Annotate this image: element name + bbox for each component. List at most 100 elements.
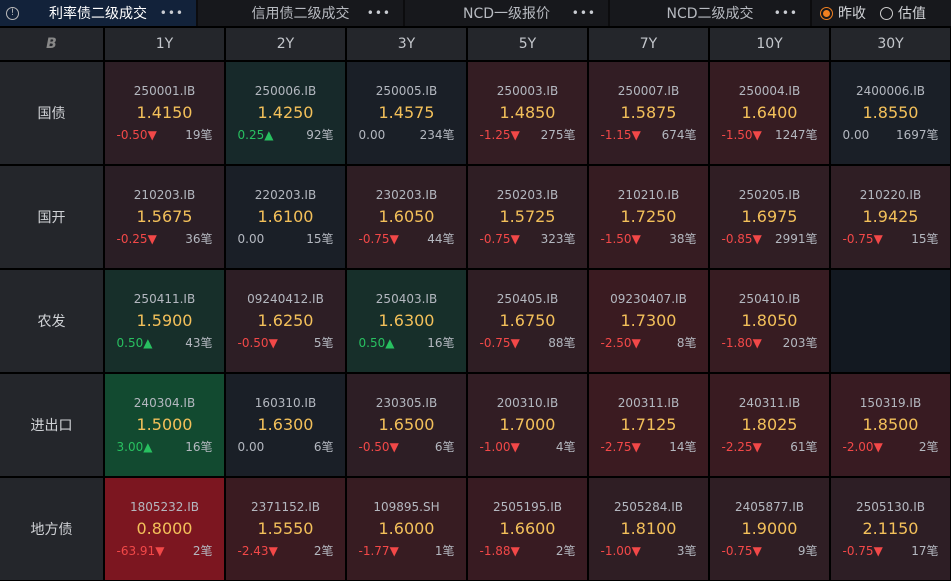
bond-cell[interactable]: 09240412.IB 1.6250 -0.50▼ 5笔 (226, 270, 345, 372)
more-icon[interactable]: ••• (572, 6, 596, 20)
tab-label: 信用债二级成交 (251, 6, 350, 22)
bond-cell[interactable]: 250411.IB 1.5900 0.50▲ 43笔 (105, 270, 224, 372)
down-arrow-icon: ▼ (510, 128, 520, 142)
bond-cell[interactable]: 210210.IB 1.7250 -1.50▼ 38笔 (589, 166, 708, 268)
trade-count: 17笔 (911, 542, 938, 560)
bond-cell[interactable]: 109895.SH 1.6000 -1.77▼ 1笔 (347, 478, 466, 580)
change-text: -2.00 (842, 440, 874, 454)
radio-valuation[interactable]: 估值 (880, 3, 926, 23)
radio-prev-close[interactable]: 昨收 (820, 3, 866, 23)
bond-cell[interactable]: 210220.IB 1.9425 -0.75▼ 15笔 (831, 166, 950, 268)
bond-cell[interactable]: 2505195.IB 1.6600 -1.88▼ 2笔 (468, 478, 587, 580)
bond-stats: -1.00▼ 3笔 (601, 542, 697, 560)
change-value: -1.50▼ (601, 230, 641, 248)
tab-credit-bond-secondary[interactable]: 信用债二级成交 ••• (198, 0, 405, 26)
count-suffix: 笔 (684, 440, 697, 454)
bond-stats: -1.25▼ 275笔 (480, 126, 576, 144)
info-icon[interactable]: ! (6, 6, 19, 20)
bond-cell[interactable]: 210203.IB 1.5675 -0.25▼ 36笔 (105, 166, 224, 268)
bond-cell[interactable]: 1805232.IB 0.8000 -63.91▼ 2笔 (105, 478, 224, 580)
bond-cell[interactable]: 250006.IB 1.4250 0.25▲ 92笔 (226, 62, 345, 164)
bond-cell[interactable]: 2400006.IB 1.8550 0.00 1697笔 (831, 62, 950, 164)
bond-cell[interactable]: 230203.IB 1.6050 -0.75▼ 44笔 (347, 166, 466, 268)
bond-cell[interactable]: 200311.IB 1.7125 -2.75▼ 14笔 (589, 374, 708, 476)
count-number: 203 (782, 336, 806, 350)
yield-value: 1.4850 (499, 103, 556, 122)
change-value: -1.00▼ (601, 542, 641, 560)
tab-rate-bond-secondary[interactable]: ! 利率债二级成交 ••• (0, 0, 198, 26)
column-header-2y[interactable]: 2Y (226, 28, 345, 60)
bond-cell[interactable]: 220203.IB 1.6100 0.00 15笔 (226, 166, 345, 268)
bond-cell[interactable]: 150319.IB 1.8500 -2.00▼ 2笔 (831, 374, 950, 476)
price-basis-radio-group: 昨收 估值 (812, 0, 926, 26)
trade-count: 9笔 (798, 542, 818, 560)
bond-cell[interactable]: 250001.IB 1.4150 -0.50▼ 19笔 (105, 62, 224, 164)
bond-cell[interactable]: 250203.IB 1.5725 -0.75▼ 323笔 (468, 166, 587, 268)
change-value: -1.15▼ (601, 126, 641, 144)
column-header-7y[interactable]: 7Y (589, 28, 708, 60)
down-arrow-icon: ▼ (752, 440, 762, 454)
change-text: -1.88 (479, 544, 511, 558)
bond-cell[interactable]: 250403.IB 1.6300 0.50▲ 16笔 (347, 270, 466, 372)
bond-cell[interactable]: 250005.IB 1.4575 0.00 234笔 (347, 62, 466, 164)
radio-checked-icon[interactable] (820, 6, 833, 20)
bond-cell[interactable]: 160310.IB 1.6300 0.00 6笔 (226, 374, 345, 476)
bond-cell[interactable]: 200310.IB 1.7000 -1.00▼ 4笔 (468, 374, 587, 476)
radio-unchecked-icon[interactable] (880, 6, 893, 20)
change-text: 0.00 (842, 128, 870, 142)
count-suffix: 笔 (442, 440, 455, 454)
bond-code: 230305.IB (375, 396, 438, 410)
bond-code: 250004.IB (738, 84, 801, 98)
change-value: -0.75▼ (480, 230, 520, 248)
bond-stats: -0.75▼ 323笔 (480, 230, 576, 248)
change-text: 0.00 (237, 440, 265, 454)
bond-cell[interactable]: 250003.IB 1.4850 -1.25▼ 275笔 (468, 62, 587, 164)
bond-code: 210220.IB (859, 188, 922, 202)
bond-code: 2371152.IB (250, 500, 321, 514)
tab-ncd-primary-quote[interactable]: NCD一级报价 ••• (405, 0, 610, 26)
bond-cell[interactable]: 2405877.IB 1.9000 -0.75▼ 9笔 (710, 478, 829, 580)
trade-count: 16笔 (185, 438, 212, 456)
bond-stats: -0.75▼ 44笔 (359, 230, 455, 248)
bond-cell[interactable]: 2505130.IB 2.1150 -0.75▼ 17笔 (831, 478, 950, 580)
down-arrow-icon: ▼ (389, 440, 399, 454)
bond-cell[interactable]: 240311.IB 1.8025 -2.25▼ 61笔 (710, 374, 829, 476)
change-text: 3.00 (116, 440, 144, 454)
more-icon[interactable]: ••• (774, 6, 798, 20)
bond-cell[interactable]: 250205.IB 1.6975 -0.85▼ 2991笔 (710, 166, 829, 268)
bond-cell[interactable]: 250405.IB 1.6750 -0.75▼ 88笔 (468, 270, 587, 372)
column-header-10y[interactable]: 10Y (710, 28, 829, 60)
bond-code: 230203.IB (375, 188, 438, 202)
change-text: -63.91 (116, 544, 156, 558)
bond-cell[interactable]: 09230407.IB 1.7300 -2.50▼ 8笔 (589, 270, 708, 372)
down-arrow-icon: ▼ (510, 440, 520, 454)
bond-cell[interactable]: 250004.IB 1.6400 -1.50▼ 1247笔 (710, 62, 829, 164)
column-header-30y[interactable]: 30Y (831, 28, 950, 60)
column-header-5y[interactable]: 5Y (468, 28, 587, 60)
bond-cell[interactable]: 2371152.IB 1.5550 -2.43▼ 2笔 (226, 478, 345, 580)
bond-cell[interactable]: 230305.IB 1.6500 -0.50▼ 6笔 (347, 374, 466, 476)
bond-stats: -2.50▼ 8笔 (601, 334, 697, 352)
bond-code: 2505195.IB (492, 500, 563, 514)
change-value: -0.50▼ (117, 126, 157, 144)
column-header-3y[interactable]: 3Y (347, 28, 466, 60)
column-header-1y[interactable]: 1Y (105, 28, 224, 60)
trade-count: 1笔 (435, 542, 455, 560)
bond-cell[interactable]: 2505284.IB 1.8100 -1.00▼ 3笔 (589, 478, 708, 580)
bond-code: 200311.IB (617, 396, 680, 410)
down-arrow-icon: ▼ (268, 544, 278, 558)
more-icon[interactable]: ••• (160, 6, 184, 20)
count-suffix: 笔 (563, 336, 576, 350)
change-value: -1.25▼ (480, 126, 520, 144)
bond-stats: -1.50▼ 1247笔 (722, 126, 818, 144)
count-suffix: 笔 (684, 544, 697, 558)
change-value: -1.77▼ (359, 542, 399, 560)
change-text: 0.00 (358, 128, 386, 142)
more-icon[interactable]: ••• (367, 6, 391, 20)
tab-ncd-secondary[interactable]: NCD二级成交 ••• (610, 0, 812, 26)
bond-cell[interactable]: 250007.IB 1.5875 -1.15▼ 674笔 (589, 62, 708, 164)
change-text: -0.75 (721, 544, 753, 558)
count-suffix: 笔 (805, 232, 818, 246)
bond-cell[interactable]: 240304.IB 1.5000 3.00▲ 16笔 (105, 374, 224, 476)
bond-cell[interactable]: 250410.IB 1.8050 -1.80▼ 203笔 (710, 270, 829, 372)
